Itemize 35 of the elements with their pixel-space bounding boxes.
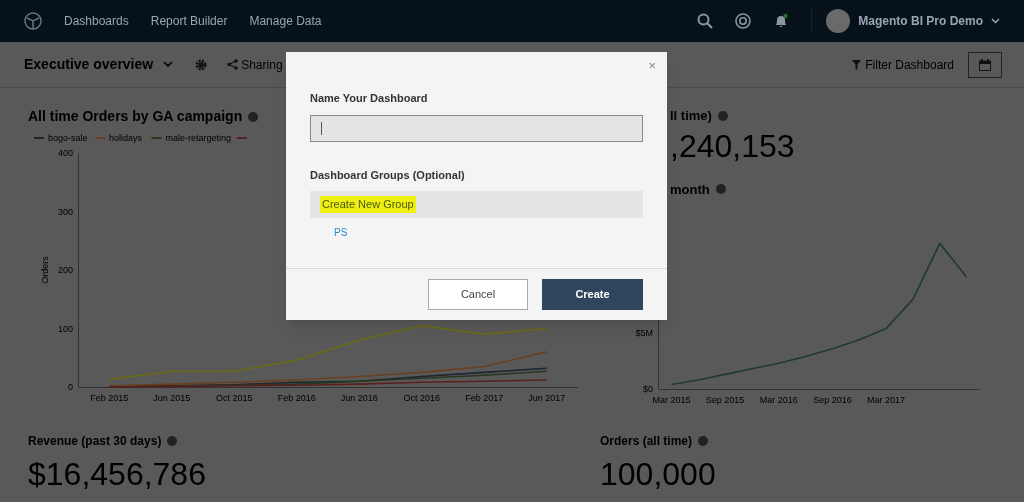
metric-title: Revenue (past 30 days): [28, 433, 162, 450]
metric-title: Orders (all time): [600, 433, 693, 450]
field-label: Dashboard Groups (Optional): [310, 167, 466, 183]
group-option-label: Create New Group: [320, 196, 416, 213]
axis-tick-label: Feb 2016: [277, 393, 316, 403]
field-label: Name Your Dashboard: [310, 91, 429, 106]
legend-label: male-retargeting: [165, 133, 232, 143]
metric-title: ll time): [670, 107, 712, 125]
axis-tick-label: Oct 2016: [403, 393, 440, 403]
axis-tick-label: Oct 2015: [216, 393, 253, 403]
axis-tick-label: Mar 2016: [759, 395, 798, 405]
axis-tick-label: 200: [57, 265, 73, 275]
axis-tick-label: 400: [57, 148, 73, 158]
axis-tick-label: 0: [68, 382, 73, 392]
axis-tick-label: Jun 2015: [153, 393, 191, 403]
metric-value: 100,000: [600, 455, 716, 494]
axis-tick-label: Feb 2015: [90, 393, 129, 403]
metric-value: ,240,153: [669, 126, 796, 166]
legend-label: holidays: [109, 133, 143, 143]
axis-tick-label: Mar 2017: [867, 395, 906, 405]
axis-tick-label: $0: [643, 384, 653, 394]
chart-title: month: [670, 180, 710, 199]
axis-tick-label: 300: [57, 206, 73, 217]
axis-tick-label: Jun 2017: [528, 393, 566, 403]
legend-label: bogo-sale: [48, 133, 88, 143]
axis-tick-label: $5M: [635, 328, 653, 338]
axis-tick-label: Feb 2017: [465, 393, 504, 403]
axis-tick-label: Jun 2016: [340, 393, 378, 403]
axis-tick-label: 100: [57, 323, 73, 334]
axis-tick-label: Sep 2015: [705, 395, 745, 405]
chart-title: All time Orders by GA campaign: [28, 107, 243, 126]
axis-tick-label: Mar 2015: [652, 395, 691, 405]
metric-value: $16,456,786: [28, 455, 207, 494]
axis-tick-label: Sep 2016: [813, 395, 852, 405]
axis-label: Orders: [40, 256, 50, 284]
